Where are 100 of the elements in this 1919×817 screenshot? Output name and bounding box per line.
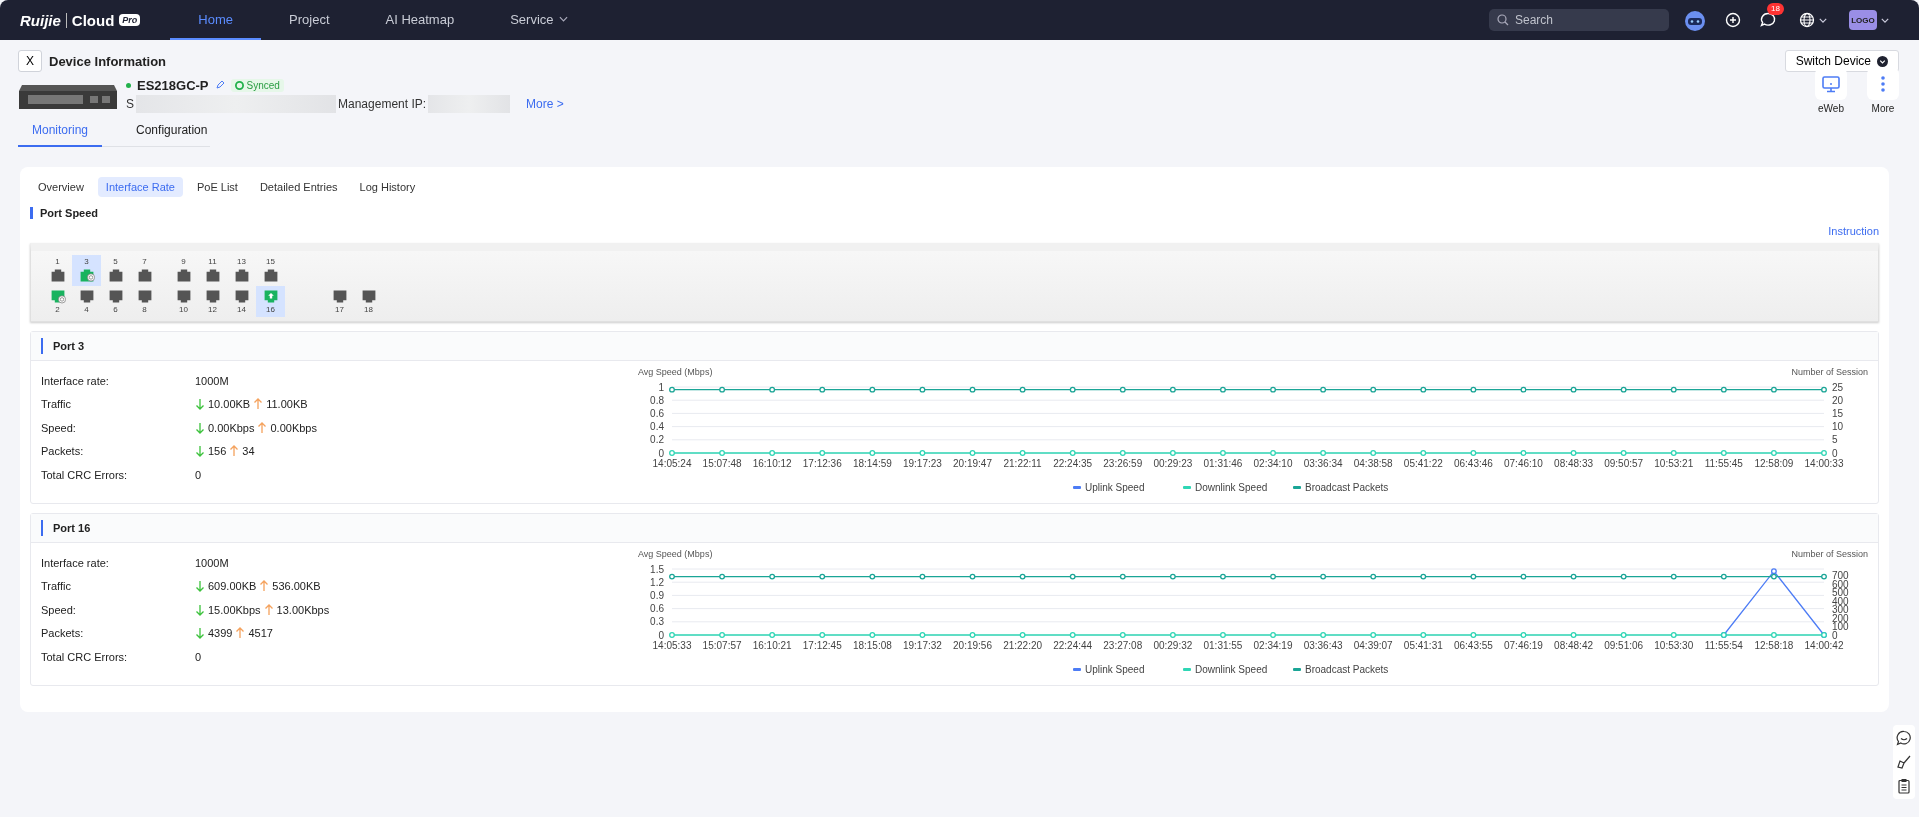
tick-label: 05:41:31 — [1403, 640, 1443, 651]
tick-label: 1.5 — [650, 563, 664, 575]
info-label: Interface rate: — [41, 556, 110, 569]
tick-label: 09:51:06 — [1604, 640, 1644, 651]
tick-label: 10 — [1832, 421, 1844, 433]
tick-label: 01:31:46 — [1203, 458, 1243, 469]
serial-label: S — [126, 96, 134, 111]
info-value: 0 — [195, 468, 202, 481]
tick-label: 20:19:47 — [953, 458, 992, 469]
tick-label: 12:58:09 — [1754, 458, 1794, 469]
tick-label: 0.2 — [650, 434, 664, 446]
tick-label: 19:17:23 — [902, 458, 942, 469]
axis-title: Number of Session — [1791, 549, 1868, 559]
tick-label: 16:10:21 — [752, 640, 792, 651]
tick-label: 11:55:45 — [1704, 458, 1743, 469]
tick-label: 11:55:54 — [1704, 640, 1743, 651]
info-value: 11.00KB — [266, 398, 308, 411]
tick-label: 23:27:08 — [1103, 640, 1143, 651]
axis-title: Avg Speed (Mbps) — [638, 549, 713, 559]
info-value: 1000M — [195, 374, 229, 387]
tick-label: 15:07:48 — [702, 458, 742, 469]
tick-label: 15 — [1832, 407, 1844, 419]
info-label: Interface rate: — [41, 374, 110, 387]
tick-label: 0 — [658, 447, 664, 459]
tick-label: 00:29:23 — [1153, 458, 1193, 469]
tick-label: 19:17:32 — [902, 640, 942, 651]
tick-label: 16:10:12 — [752, 458, 792, 469]
tick-label: 07:46:19 — [1504, 640, 1543, 651]
axis-title: Number of Session — [1791, 367, 1868, 377]
tick-label: 06:43:46 — [1453, 458, 1493, 469]
tick-label: 04:39:07 — [1353, 640, 1393, 651]
tick-label: 14:00:33 — [1804, 458, 1844, 469]
info-label: Packets: — [41, 627, 85, 640]
tick-label: 03:36:43 — [1303, 640, 1343, 651]
port-title: Port 3 — [41, 338, 85, 354]
port-title: Port 16 — [41, 520, 91, 536]
tick-label: 22:24:35 — [1053, 458, 1093, 469]
info-value: 1000M — [195, 556, 229, 569]
section-title: Port Speed — [30, 207, 1879, 219]
info-label: Speed: — [41, 421, 77, 434]
tick-label: 01:31:55 — [1203, 640, 1243, 651]
tick-label: 0.8 — [650, 394, 664, 406]
info-value: 609.00KB — [208, 580, 257, 593]
info-value: 156 — [208, 445, 227, 458]
action-label: eWeb — [1818, 103, 1844, 114]
tick-label: 17:12:36 — [802, 458, 842, 469]
info-value: 10.00KB — [208, 398, 251, 411]
info-value: 15.00Kbps — [208, 603, 261, 616]
legend-label: Uplink Speed — [1085, 664, 1145, 675]
tick-label: 04:38:58 — [1353, 458, 1393, 469]
device-name: ES218GC-P — [137, 77, 209, 93]
info-value: 536.00KB — [272, 580, 321, 593]
tick-label: 0 — [658, 629, 664, 641]
tick-label: 09:50:57 — [1604, 458, 1644, 469]
info-value: 4399 — [208, 627, 233, 640]
tick-label: 0.6 — [650, 407, 664, 419]
ip-label: Management IP: — [338, 96, 427, 111]
page-title: Device Information — [49, 53, 167, 69]
info-label: Total CRC Errors: — [41, 650, 129, 663]
tick-label: 20 — [1832, 394, 1844, 406]
info-value: 0 — [195, 650, 202, 663]
tick-label: 14:00:42 — [1804, 640, 1844, 651]
legend-label: Uplink Speed — [1085, 482, 1145, 493]
info-value: 13.00Kbps — [276, 603, 330, 616]
tick-label: 06:43:55 — [1453, 640, 1493, 651]
tick-label: 10:53:30 — [1654, 640, 1694, 651]
tick-label: 18:14:59 — [852, 458, 892, 469]
info-value: 0.00Kbps — [270, 421, 317, 434]
tick-label: 18:15:08 — [852, 640, 892, 651]
info-label: Traffic — [41, 398, 72, 411]
axis-title: Avg Speed (Mbps) — [638, 367, 713, 377]
tick-label: 07:46:10 — [1504, 458, 1543, 469]
tick-label: 14:05:33 — [652, 640, 692, 651]
tick-label: 08:48:33 — [1554, 458, 1594, 469]
tick-label: 5 — [1832, 434, 1838, 446]
info-value: 4517 — [248, 627, 273, 640]
tick-label: 02:34:10 — [1253, 458, 1293, 469]
info-value: 0.00Kbps — [208, 421, 255, 434]
action-label: More — [1871, 103, 1895, 114]
tick-label: 00:29:32 — [1153, 640, 1193, 651]
info-label: Packets: — [41, 445, 85, 458]
tick-label: 12:58:18 — [1754, 640, 1794, 651]
tick-label: 1.2 — [650, 576, 664, 588]
info-label: Speed: — [41, 603, 77, 616]
tick-label: 0.9 — [650, 589, 664, 601]
tick-label: 0 — [1832, 447, 1838, 459]
tick-label: 15:07:57 — [702, 640, 742, 651]
tick-label: 0.3 — [650, 616, 664, 628]
tick-label: 20:19:56 — [953, 640, 992, 651]
tick-label: 23:26:59 — [1103, 458, 1143, 469]
info-value: 34 — [242, 445, 255, 458]
tick-label: 08:48:42 — [1554, 640, 1594, 651]
tick-label: 0.6 — [650, 603, 664, 615]
notification-badge: 18 — [1767, 3, 1784, 15]
tick-label: 25 — [1832, 381, 1844, 393]
tick-label: 22:24:44 — [1053, 640, 1093, 651]
tick-label: 21:22:20 — [1003, 640, 1043, 651]
tick-label: 03:36:34 — [1303, 458, 1343, 469]
tick-label: 02:34:19 — [1253, 640, 1293, 651]
tick-label: 17:12:45 — [802, 640, 842, 651]
